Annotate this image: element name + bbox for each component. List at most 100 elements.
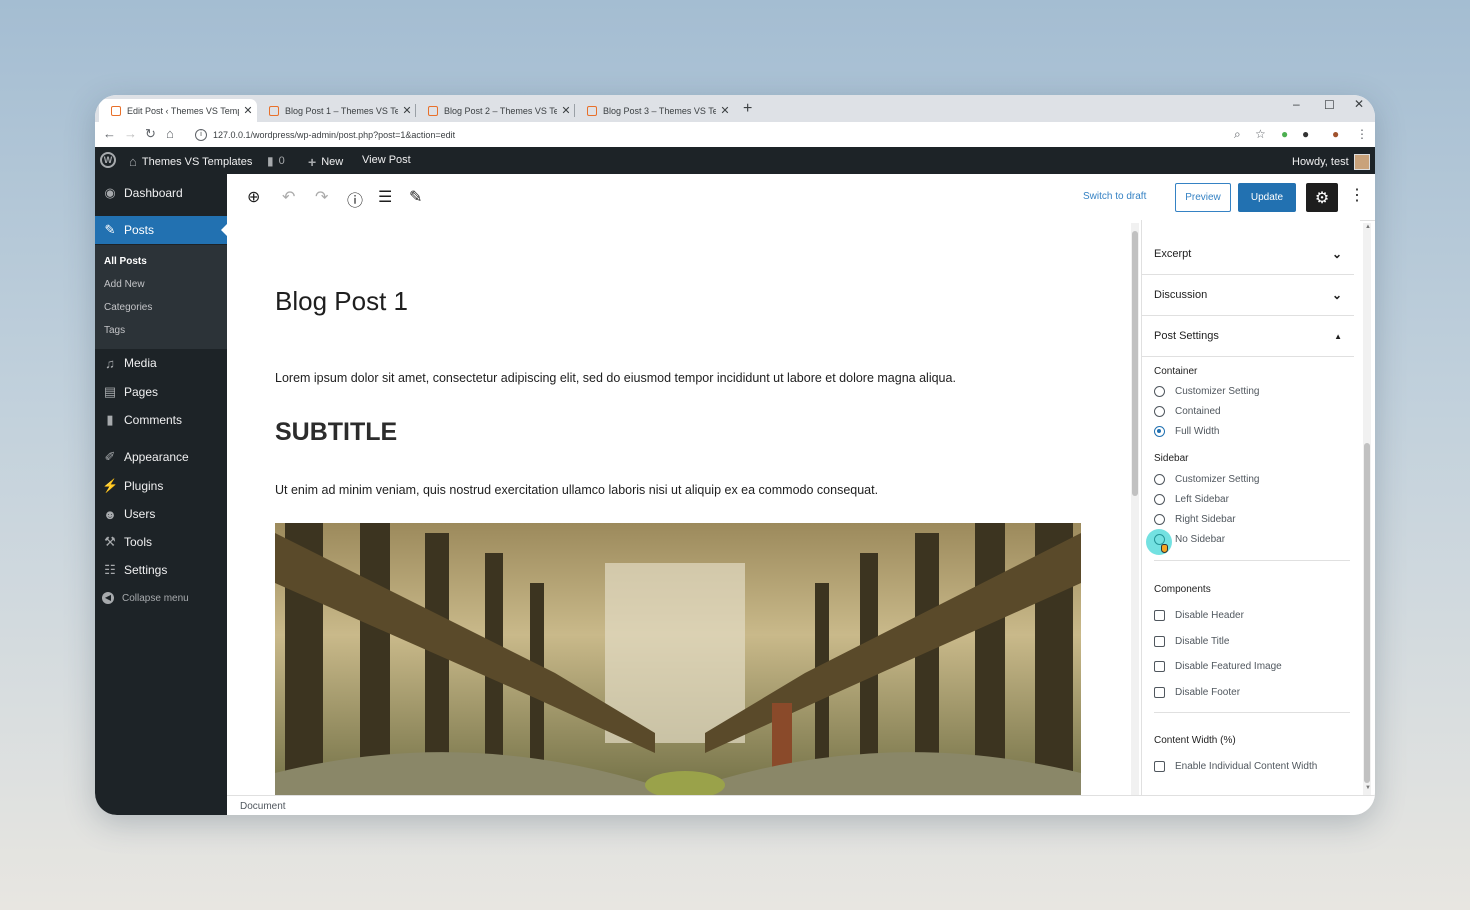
comments-link[interactable]: ▮ 0: [267, 154, 285, 168]
option-label: Customizer Setting: [1175, 386, 1260, 397]
extension-leaf-icon[interactable]: ●: [1281, 127, 1288, 141]
sidebar-item-dashboard[interactable]: ◉ Dashboard: [95, 179, 227, 207]
tab-title: Blog Post 3 – Themes VS Templates: [603, 105, 716, 116]
editor-scrollbar[interactable]: [1131, 223, 1139, 795]
close-window-icon[interactable]: ✕: [1354, 97, 1364, 111]
site-name: Themes VS Templates: [141, 155, 253, 168]
switch-to-draft-button[interactable]: Switch to draft: [1083, 191, 1146, 202]
radio-button[interactable]: [1154, 406, 1165, 417]
disable-footer-checkbox[interactable]: Disable Footer: [1154, 687, 1240, 698]
paragraph-block[interactable]: Lorem ipsum dolor sit amet, consectetur …: [275, 371, 956, 385]
forward-icon[interactable]: →: [124, 126, 137, 141]
sidebar-item-media[interactable]: ♫ Media: [95, 349, 227, 377]
radio-button[interactable]: [1154, 474, 1165, 485]
reload-icon[interactable]: ↻: [145, 126, 156, 142]
settings-scrollbar[interactable]: [1363, 223, 1371, 795]
scroll-down-icon[interactable]: ▼: [1365, 785, 1371, 791]
new-content-link[interactable]: + New: [308, 154, 343, 170]
sidebar-item-users[interactable]: ☻ Users: [95, 500, 227, 528]
disable-header-checkbox[interactable]: Disable Header: [1154, 610, 1244, 621]
details-info-icon[interactable]: ⓘ: [347, 187, 363, 211]
container-option-full-width[interactable]: Full Width: [1154, 426, 1219, 437]
sidebar-item-comments[interactable]: ▮ Comments: [95, 406, 227, 434]
radio-button[interactable]: [1154, 494, 1165, 505]
container-option-customizer[interactable]: Customizer Setting: [1154, 386, 1259, 397]
preview-button[interactable]: Preview: [1175, 183, 1231, 212]
minimize-icon[interactable]: –: [1293, 97, 1300, 111]
submenu-add-new[interactable]: Add New: [104, 279, 145, 290]
tab-blog-post-3[interactable]: Blog Post 3 – Themes VS Templates ✕: [575, 99, 734, 122]
heading-block[interactable]: SUBTITLE: [275, 418, 397, 447]
tab-edit-post[interactable]: Edit Post ‹ Themes VS Templates ✕: [99, 99, 257, 122]
submenu-tags[interactable]: Tags: [104, 325, 125, 336]
new-tab-icon[interactable]: +: [743, 100, 752, 118]
redo-icon[interactable]: ↷: [315, 187, 328, 207]
image-block[interactable]: [275, 523, 1081, 795]
account-menu[interactable]: Howdy, test: [1292, 154, 1370, 170]
home-icon[interactable]: ⌂: [166, 126, 174, 141]
checkbox[interactable]: [1154, 687, 1165, 698]
sidebar-item-pages[interactable]: ▤ Pages: [95, 378, 227, 406]
checkbox[interactable]: [1154, 636, 1165, 647]
list-view-icon[interactable]: ☰: [378, 187, 392, 207]
site-name-link[interactable]: ⌂ Themes VS Templates: [129, 154, 252, 169]
view-post-link[interactable]: View Post: [362, 154, 411, 166]
profile-icon[interactable]: ●: [1332, 127, 1339, 141]
sidebar-item-plugins[interactable]: ⚡ Plugins: [95, 472, 227, 500]
chevron-down-icon: ⌄: [1331, 288, 1342, 302]
discussion-panel-toggle[interactable]: Discussion ⌄: [1142, 275, 1354, 316]
sidebar-option-right[interactable]: Right Sidebar: [1154, 514, 1236, 525]
avatar: [1353, 154, 1370, 170]
extension-icon[interactable]: ●: [1302, 127, 1309, 141]
maximize-icon[interactable]: ☐: [1324, 98, 1335, 112]
scroll-up-icon[interactable]: ▲: [1365, 224, 1371, 230]
edit-pencil-icon[interactable]: ✎: [409, 187, 422, 207]
disable-featured-image-checkbox[interactable]: Disable Featured Image: [1154, 661, 1282, 672]
checkbox[interactable]: [1154, 661, 1165, 672]
sidebar-item-posts[interactable]: ✎ Posts: [95, 216, 227, 244]
zoom-icon[interactable]: ⌕: [1234, 127, 1241, 142]
sidebar-option-left[interactable]: Left Sidebar: [1154, 494, 1229, 505]
add-block-icon[interactable]: ⊕: [247, 187, 260, 207]
sidebar-item-appearance[interactable]: ✐ Appearance: [95, 443, 227, 471]
submenu-categories[interactable]: Categories: [104, 302, 152, 313]
collapse-menu-button[interactable]: ◀ Collapse menu: [102, 592, 189, 604]
radio-button-selected[interactable]: [1154, 426, 1165, 437]
sidebar-item-label: Comments: [124, 413, 183, 427]
close-tab-icon[interactable]: ✕: [557, 104, 575, 117]
checkbox[interactable]: [1154, 761, 1165, 772]
chevron-down-icon: ⌄: [1331, 247, 1342, 261]
sidebar-item-settings[interactable]: ☷ Settings: [95, 556, 227, 584]
radio-button[interactable]: [1154, 386, 1165, 397]
enable-content-width-checkbox[interactable]: Enable Individual Content Width: [1154, 761, 1317, 772]
sidebar-item-tools[interactable]: ⚒ Tools: [95, 528, 227, 556]
disable-title-checkbox[interactable]: Disable Title: [1154, 636, 1229, 647]
more-options-icon[interactable]: ⋮: [1349, 185, 1365, 205]
back-icon[interactable]: ←: [103, 126, 116, 141]
radio-button[interactable]: [1154, 514, 1165, 525]
close-tab-icon[interactable]: ✕: [239, 104, 257, 117]
undo-icon[interactable]: ↶: [282, 187, 295, 207]
submenu-all-posts[interactable]: All Posts: [104, 256, 147, 267]
sidebar-option-customizer[interactable]: Customizer Setting: [1154, 474, 1259, 485]
block-breadcrumb: Document: [227, 795, 1375, 815]
tab-blog-post-1[interactable]: Blog Post 1 – Themes VS Templates ✕: [257, 99, 416, 122]
breadcrumb-document[interactable]: Document: [240, 801, 286, 812]
checkbox[interactable]: [1154, 610, 1165, 621]
site-info-icon[interactable]: i: [195, 128, 207, 141]
close-tab-icon[interactable]: ✕: [716, 104, 734, 117]
post-title[interactable]: Blog Post 1: [275, 286, 408, 317]
url-field[interactable]: i 127.0.0.1/wordpress/wp-admin/post.php?…: [195, 125, 1205, 144]
tab-blog-post-2[interactable]: Blog Post 2 – Themes VS Templates ✕: [416, 99, 575, 122]
pushpin-icon: ✎: [104, 222, 116, 237]
wp-logo-icon[interactable]: W: [100, 152, 116, 168]
update-button[interactable]: Update: [1238, 183, 1296, 212]
bookmark-star-icon[interactable]: ☆: [1255, 127, 1266, 141]
container-option-contained[interactable]: Contained: [1154, 406, 1221, 417]
paragraph-block[interactable]: Ut enim ad minim veniam, quis nostrud ex…: [275, 483, 878, 497]
excerpt-panel-toggle[interactable]: Excerpt ⌄: [1142, 234, 1354, 275]
browser-menu-icon[interactable]: ⋮: [1356, 127, 1368, 141]
post-settings-panel-toggle[interactable]: Post Settings ▲: [1142, 316, 1354, 357]
settings-gear-button[interactable]: ⚙: [1306, 183, 1338, 212]
close-tab-icon[interactable]: ✕: [398, 104, 416, 117]
